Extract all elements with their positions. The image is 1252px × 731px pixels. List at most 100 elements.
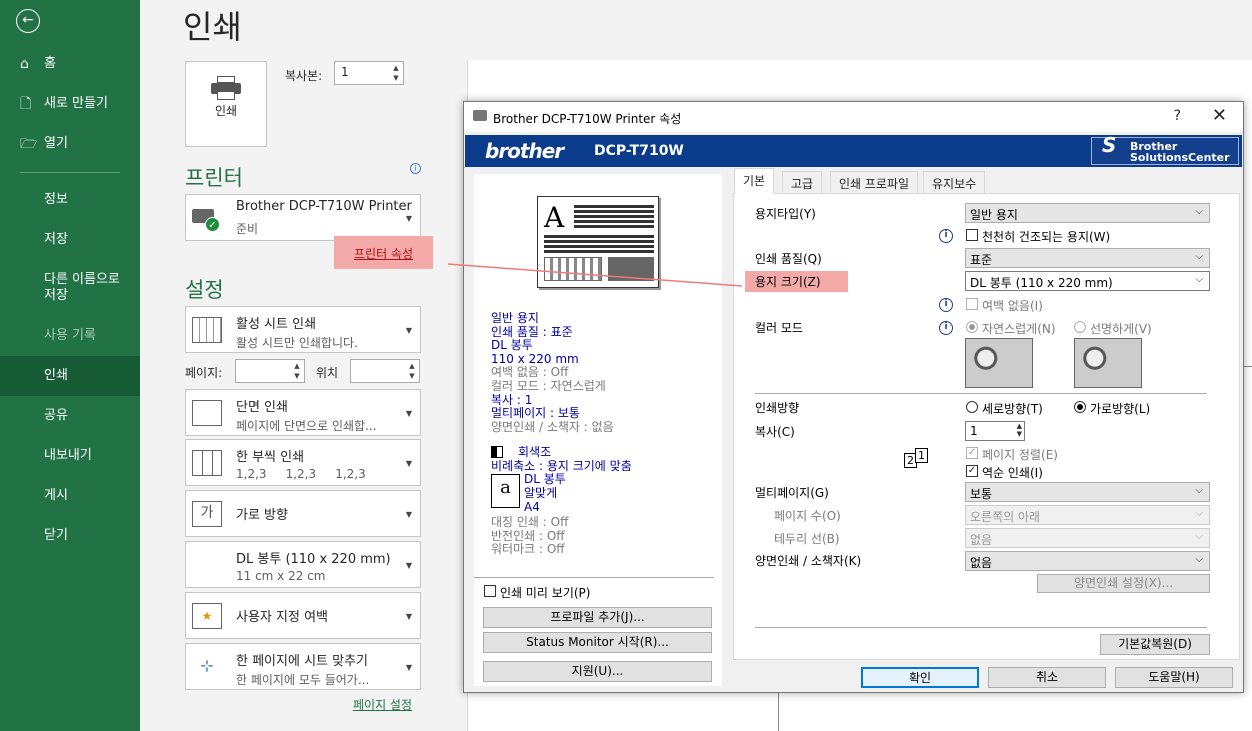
summary-line: 워터마크 : Off	[491, 542, 565, 557]
reverse-order-checkbox[interactable]: ✓	[966, 465, 978, 477]
summary-line: 인쇄 품질 : 표준	[491, 324, 573, 339]
info-icon[interactable]: i	[410, 163, 421, 174]
spinner-arrows-icon[interactable]: ▲ ▼	[1017, 422, 1022, 438]
sidebar-item-save-as[interactable]: 다른 이름으로 저장	[0, 266, 140, 310]
media-type-select[interactable]: 일반 용지 ⌵	[965, 203, 1210, 223]
sidebar-item-save[interactable]: 저장	[0, 220, 140, 260]
pages-to-spinner[interactable]: ▲ ▼	[350, 359, 420, 383]
summary-line: 반전인쇄 : Off	[491, 528, 565, 543]
tab-maintenance[interactable]: 유지보수	[923, 171, 986, 193]
pages-from-spinner[interactable]: ▲ ▼	[235, 359, 305, 383]
printer-heading: 프린터	[185, 166, 243, 190]
backstage-sidebar: ← ⌂ 홈 🗋 새로 만들기 🗁 열기 정보 저장 다른 이름으로 저장 사용 기록 …	[0, 0, 140, 731]
spinner-arrows-icon[interactable]: ▲ ▼	[292, 361, 302, 381]
restore-default-button[interactable]: 기본값복원(D)	[1100, 634, 1210, 655]
chevron-down-icon: ▼	[405, 509, 412, 519]
divider	[474, 577, 714, 578]
fit-to-page-icon: ⊹	[200, 656, 214, 675]
page-order-select[interactable]: 오른쪽의 아래 ⌵	[965, 505, 1210, 525]
sidebar-item-publish[interactable]: 게시	[0, 476, 140, 516]
sidebar-item-open[interactable]: 🗁 열기	[0, 124, 140, 164]
printer-small-icon	[473, 110, 487, 121]
info-icon[interactable]: i	[939, 229, 953, 243]
scaling-dropdown[interactable]: ⊹ 한 페이지에 시트 맞추기 한 페이지에 모두 들어가... ▼	[185, 643, 421, 690]
info-icon[interactable]: i	[939, 321, 953, 335]
support-button[interactable]: 지원(U)...	[483, 661, 712, 682]
collate-checkbox[interactable]: ✓	[966, 447, 978, 459]
help-icon[interactable]: ?	[1174, 108, 1181, 124]
printer-icon	[211, 76, 241, 100]
collate-dropdown[interactable]: 한 부씩 인쇄 1,2,3 1,2,3 1,2,3 ▼	[185, 439, 421, 486]
sidebar-item-export[interactable]: 내보내기	[0, 436, 140, 476]
vivid-color-radio[interactable]	[1074, 321, 1086, 333]
brother-banner: brother DCP-T710W S Brother SolutionsCen…	[465, 135, 1242, 167]
printer-dropdown[interactable]: ✓ Brother DCP-T710W Printer 준비 ▼	[185, 194, 421, 241]
spinner-arrows-icon[interactable]: ▲ ▼	[391, 63, 401, 83]
sheet-grid-icon	[192, 317, 222, 343]
borderless-checkbox[interactable]	[966, 298, 978, 310]
solutions-center-button[interactable]: S Brother SolutionsCenter	[1091, 135, 1239, 165]
print-button[interactable]: 인쇄	[185, 61, 267, 147]
printer-properties-dialog: Brother DCP-T710W Printer 속성 ? ✕ brother…	[463, 101, 1244, 693]
divider	[755, 393, 1207, 394]
spinner-arrows-icon[interactable]: ▲ ▼	[407, 361, 417, 381]
chevron-down-icon: ▼	[405, 560, 412, 570]
summary-line: 양면인쇄 / 소책자 : 없음	[491, 419, 614, 434]
sidebar-item-info[interactable]: 정보	[0, 180, 140, 220]
sidebar-item-close[interactable]: 닫기	[0, 516, 140, 556]
new-document-icon: 🗋	[20, 96, 32, 112]
summary-line: 컬러 모드 : 자연스럽게	[491, 378, 606, 393]
pages-label: 페이지:	[185, 366, 223, 380]
open-folder-icon: 🗁	[20, 136, 38, 152]
close-icon[interactable]: ✕	[1212, 105, 1227, 126]
chevron-down-icon: ▼	[405, 213, 412, 223]
tab-basic[interactable]: 기본	[734, 168, 775, 194]
settings-heading: 설정	[185, 278, 224, 302]
copies-spinner[interactable]: 1 ▲ ▼	[965, 421, 1025, 441]
basic-tab-page: 용지타입(Y) 일반 용지 ⌵ i 천천히 건조되는 용지(W) 인쇄 품질(Q)…	[733, 193, 1240, 660]
natural-color-radio[interactable]	[966, 321, 978, 333]
tab-advanced[interactable]: 고급	[782, 171, 823, 193]
sided-dropdown[interactable]: 단면 인쇄 페이지에 단면으로 인쇄합... ▼	[185, 389, 421, 436]
copies-spinner[interactable]: 1 ▲ ▼	[334, 61, 404, 85]
grayscale-icon	[491, 446, 503, 458]
sidebar-item-new[interactable]: 🗋 새로 만들기	[0, 84, 140, 124]
dialog-titlebar: Brother DCP-T710W Printer 속성 ? ✕	[464, 102, 1243, 132]
border-line-select[interactable]: 없음 ⌵	[965, 528, 1210, 548]
margins-dropdown[interactable]: ★ 사용자 지정 여백 ▼	[185, 592, 421, 639]
sidebar-item-home[interactable]: ⌂ 홈	[0, 44, 140, 84]
back-arrow-icon[interactable]: ←	[16, 9, 40, 33]
cancel-button[interactable]: 취소	[988, 667, 1106, 688]
add-profile-button[interactable]: 프로파일 추가(J)...	[483, 607, 712, 628]
sidebar-item-history[interactable]: 사용 기록	[0, 316, 140, 356]
duplex-select[interactable]: 없음 ⌵	[965, 551, 1210, 571]
slow-drying-checkbox[interactable]	[966, 229, 978, 241]
divider	[755, 627, 1207, 628]
summary-line: 대칭 인쇄 : Off	[491, 515, 569, 529]
portrait-radio[interactable]	[966, 401, 978, 413]
info-icon[interactable]: i	[939, 298, 953, 312]
paper-size-select[interactable]: DL 봉투 (110 x 220 mm) ⌵	[965, 271, 1210, 291]
landscape-radio[interactable]	[1074, 401, 1086, 413]
duplex-settings-button[interactable]: 양면인쇄 설정(X)...	[1037, 574, 1210, 593]
chevron-down-icon: ⌵	[1195, 251, 1203, 262]
print-what-dropdown[interactable]: 활성 시트 인쇄 활성 시트만 인쇄합니다. ▼	[185, 306, 421, 353]
sidebar-divider	[20, 172, 120, 173]
paper-size-dropdown[interactable]: DL 봉투 (110 x 220 mm) 11 cm x 22 cm ▼	[185, 541, 421, 588]
printer-properties-link[interactable]: 프린터 속성	[334, 236, 433, 269]
tab-print-profiles[interactable]: 인쇄 프로파일	[830, 171, 919, 193]
sidebar-item-share[interactable]: 공유	[0, 396, 140, 436]
sidebar-item-print[interactable]: 인쇄	[0, 356, 140, 396]
chevron-down-icon: ▼	[405, 662, 412, 672]
ok-button[interactable]: 확인	[861, 667, 979, 688]
page-setup-link[interactable]: 페이지 설정	[353, 696, 412, 713]
model-name: DCP-T710W	[594, 143, 684, 159]
print-preview-checkbox[interactable]	[484, 585, 496, 597]
print-quality-select[interactable]: 표준 ⌵	[965, 248, 1210, 268]
help-button[interactable]: 도움말(H)	[1115, 667, 1233, 688]
orientation-dropdown[interactable]: 가 가로 방향 ▼	[185, 490, 421, 537]
chevron-down-icon: ▼	[405, 611, 412, 621]
summary-line: 110 x 220 mm	[491, 351, 579, 366]
status-monitor-button[interactable]: Status Monitor 시작(R)...	[483, 632, 712, 653]
multipage-select[interactable]: 보통 ⌵	[965, 482, 1210, 502]
